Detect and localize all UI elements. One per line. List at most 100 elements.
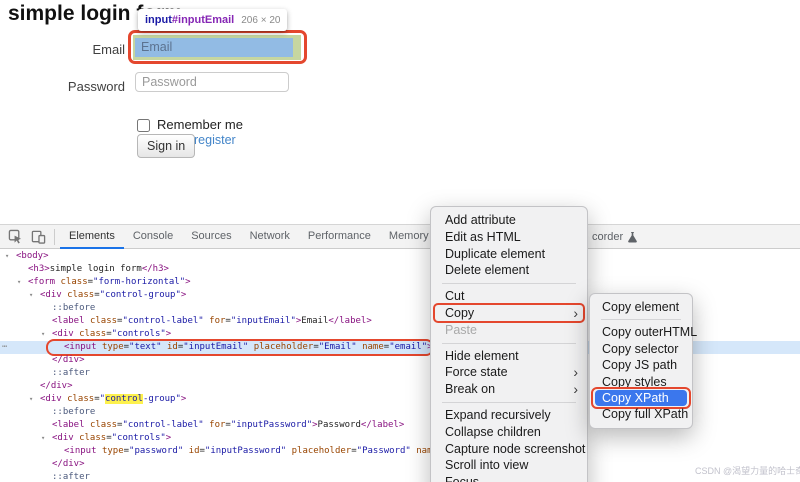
tab-console[interactable]: Console	[124, 225, 182, 249]
dom-tree-row[interactable]: <input type="password" id="inputPassword…	[0, 445, 800, 458]
expand-caret-icon[interactable]: ▾	[41, 328, 45, 341]
menu-separator	[442, 283, 576, 285]
code-segment: Email	[301, 316, 329, 326]
code-segment: </h3>	[141, 264, 169, 274]
code-segment: placeholder	[291, 446, 352, 456]
code-segment: class	[67, 290, 95, 300]
sign-in-button[interactable]: Sign in	[137, 134, 196, 158]
menu-item-delete-element[interactable]: Delete element	[431, 262, 587, 279]
remember-me-label: Remember me	[157, 117, 243, 132]
tooltip-tag: input	[145, 14, 172, 26]
submenu-arrow-icon: ›	[573, 364, 578, 381]
submenu-item-copy-styles[interactable]: Copy styles	[590, 374, 692, 390]
dom-tree-row[interactable]: ▾ <body>	[0, 250, 800, 263]
menu-item-force-state[interactable]: Force state ›	[431, 364, 587, 381]
submenu-item-copy-outerhtml[interactable]: Copy outerHTML	[590, 324, 697, 340]
code-segment: simple login form	[49, 264, 142, 274]
menu-separator	[601, 319, 681, 321]
annotation-box-copy	[433, 303, 585, 324]
menu-item-scroll-into-view[interactable]: Scroll into view	[431, 457, 587, 474]
inspect-element-icon[interactable]	[8, 229, 23, 244]
submenu-item-copy-selector[interactable]: Copy selector	[590, 341, 692, 357]
code-segment: <label	[52, 420, 90, 430]
screenshot-root: simple login form Email Email input#inpu…	[0, 0, 800, 482]
code-segment: type	[101, 342, 124, 352]
code-segment: for	[209, 420, 226, 430]
code-segment: >	[185, 277, 191, 287]
submenu-item-copy-full-xpath[interactable]: Copy full XPath	[590, 406, 692, 422]
submenu-item-copy-xpath[interactable]: Copy XPath	[591, 386, 691, 410]
code-segment: "email"	[389, 342, 428, 352]
code-segment: <input	[64, 342, 102, 352]
expand-caret-icon[interactable]: ▾	[29, 393, 33, 406]
code-segment: "controls"	[111, 329, 166, 339]
dom-tree-row[interactable]: ▾ <form class="form-horizontal">	[0, 276, 800, 289]
password-label: Password	[67, 79, 125, 94]
menu-item-expand-recursively[interactable]: Expand recursively	[431, 407, 587, 424]
expand-caret-icon[interactable]: ▾	[29, 289, 33, 302]
flask-icon	[628, 232, 638, 243]
dom-tree-row[interactable]: ▾ <div class="controls">	[0, 432, 800, 445]
code-segment: class	[89, 420, 118, 430]
tab-recorder-partial[interactable]: corder	[592, 225, 638, 249]
context-menu: Add attribute Edit as HTML Duplicate eleme…	[430, 206, 588, 482]
menu-item-cut[interactable]: Cut	[431, 288, 587, 305]
code-segment: </div>	[52, 459, 85, 469]
code-segment: ::after	[52, 472, 90, 482]
code-segment: "inputEmail"	[230, 316, 296, 326]
tab-network[interactable]: Network	[241, 225, 299, 249]
code-segment: class	[79, 329, 107, 339]
menu-item-break-on[interactable]: Break on ›	[431, 381, 587, 398]
code-segment: placeholder	[253, 342, 314, 352]
password-input[interactable]	[135, 72, 289, 92]
menu-item-copy[interactable]: Copy ›	[431, 303, 587, 324]
email-label: Email	[92, 42, 125, 57]
tab-elements[interactable]: Elements	[60, 225, 124, 249]
code-segment: ::before	[52, 407, 96, 417]
code-segment: for	[209, 316, 226, 326]
annotation-box-email-input	[128, 30, 307, 64]
device-toolbar-icon[interactable]	[31, 229, 46, 244]
submenu-arrow-icon: ›	[573, 304, 578, 321]
code-segment: type	[101, 446, 124, 456]
submenu-item-copy-element[interactable]: Copy element	[590, 299, 692, 315]
code-segment: "control-label"	[122, 420, 204, 430]
code-segment: >	[165, 329, 172, 339]
remember-me-checkbox[interactable]	[137, 119, 150, 132]
code-segment: id	[188, 446, 200, 456]
menu-item-edit-as-html[interactable]: Edit as HTML	[431, 229, 587, 246]
tab-sources[interactable]: Sources	[182, 225, 240, 249]
code-segment: ::before	[52, 303, 96, 313]
tab-memory[interactable]: Memory	[380, 225, 438, 249]
code-segment: -group"	[142, 394, 181, 404]
menu-item-capture-node-screenshot[interactable]: Capture node screenshot	[431, 441, 587, 458]
menu-item-duplicate-element[interactable]: Duplicate element	[431, 246, 587, 263]
expand-caret-icon[interactable]: ▾	[17, 276, 21, 289]
code-segment: "text"	[129, 342, 162, 352]
menu-item-add-attribute[interactable]: Add attribute	[431, 212, 587, 229]
code-segment: <div	[40, 394, 68, 404]
code-segment: "Email"	[318, 342, 357, 352]
menu-item-collapse-children[interactable]: Collapse children	[431, 424, 587, 441]
inspect-tooltip-selector: input#inputEmail	[145, 14, 234, 26]
menu-item-focus[interactable]: Focus	[431, 474, 587, 482]
menu-item-hide-element[interactable]: Hide element	[431, 348, 587, 365]
expand-caret-icon[interactable]: ▾	[5, 250, 9, 263]
tab-performance[interactable]: Performance	[299, 225, 380, 249]
menu-separator	[442, 401, 576, 403]
code-segment: "controls"	[111, 433, 166, 443]
dom-tree-row[interactable]: <h3>simple login form</h3>	[0, 263, 800, 276]
expand-caret-icon[interactable]: ▾	[41, 432, 45, 445]
submenu-item-copy-js-path[interactable]: Copy JS path	[590, 357, 692, 373]
dom-tree-row[interactable]: </div>	[0, 458, 800, 471]
code-segment: </div>	[40, 381, 73, 391]
register-link[interactable]: register	[194, 133, 236, 147]
code-segment: "form-horizontal"	[93, 277, 186, 287]
watermark: CSDN @渴望力量的哈士奇	[695, 466, 800, 476]
dom-tree-row[interactable]: ::after	[0, 471, 800, 482]
code-segment: <body>	[16, 251, 49, 261]
code-segment: >	[180, 394, 187, 404]
inspect-tooltip: input#inputEmail 206 × 20	[138, 9, 288, 31]
code-segment: <label	[52, 316, 90, 326]
code-segment: "inputEmail"	[183, 342, 249, 352]
